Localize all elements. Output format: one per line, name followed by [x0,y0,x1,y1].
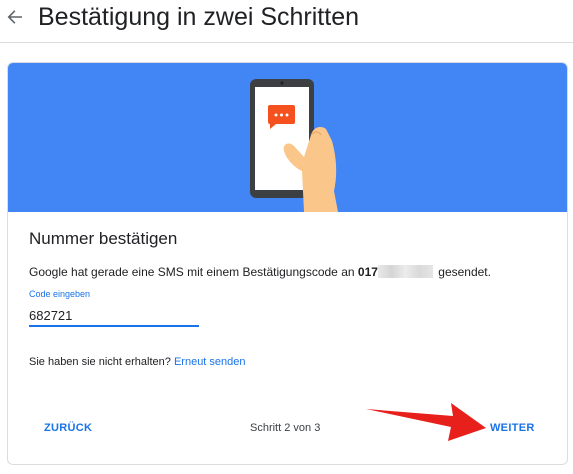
description-text: Google hat gerade eine SMS mit einem Bes… [29,265,355,279]
resend-line: Sie haben sie nicht erhalten? Erneut sen… [29,356,246,368]
card-title: Nummer bestätigen [29,229,178,248]
back-arrow-button[interactable] [4,6,26,28]
top-app-bar: Bestätigung in zwei Schritten [0,0,573,43]
phone-sms-illustration [250,79,338,212]
resend-code-link[interactable]: Erneut senden [174,356,246,368]
redacted-phone-number [377,265,433,278]
verification-card: Nummer bestätigen Google hat gerade eine… [7,62,568,465]
step-indicator: Schritt 2 von 3 [250,422,321,434]
verification-code-input[interactable] [29,305,199,327]
phone-number-prefix: 017 [357,265,378,279]
sms-description: Google hat gerade eine SMS mit einem Bes… [29,265,491,279]
page-title: Bestätigung in zwei Schritten [38,3,360,31]
arrow-back-icon [7,10,22,24]
illustration-banner [8,63,567,212]
resend-question: Sie haben sie nicht erhalten? [29,356,171,368]
code-input-label: Code eingeben [29,289,91,299]
back-button[interactable]: ZURÜCK [44,422,92,434]
next-button[interactable]: WEITER [490,422,535,434]
description-suffix: gesendet. [438,265,491,279]
